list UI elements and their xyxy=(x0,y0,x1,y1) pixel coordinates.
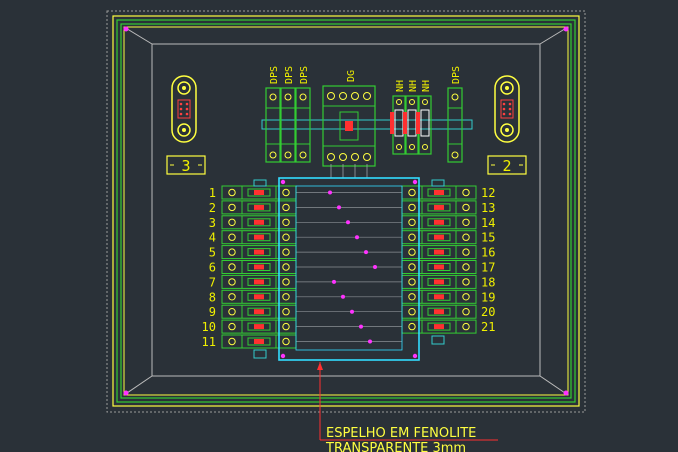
terminal-number: 4 xyxy=(209,231,216,245)
terminal-number: 13 xyxy=(481,201,495,215)
wire-junction xyxy=(350,309,354,314)
wire-junction xyxy=(332,279,336,284)
terminal-number: 15 xyxy=(481,231,495,245)
wire-junction xyxy=(355,235,359,240)
note-line-1: ESPELHO EM FENOLITE xyxy=(326,426,476,441)
corner-marker xyxy=(123,26,129,32)
terminal-number: 6 xyxy=(209,261,216,275)
dg-label: DG xyxy=(346,70,357,82)
nh-label-2: NH xyxy=(408,80,419,92)
terminal-number: 5 xyxy=(209,246,216,260)
nh-label-3: NH xyxy=(421,80,432,92)
terminal-number: 3 xyxy=(209,216,216,230)
terminal-number: 20 xyxy=(481,305,495,319)
corner-marker xyxy=(123,390,129,396)
terminal-number: 11 xyxy=(202,335,216,349)
cover-screw-marker xyxy=(412,353,418,359)
dps-label-2: DPS xyxy=(284,66,295,84)
terminal-number: 18 xyxy=(481,275,495,289)
note-line-2: TRANSPARENTE 3mm xyxy=(325,441,466,452)
wire-junction xyxy=(328,190,332,195)
wire-junction xyxy=(373,265,377,269)
cover-screw-marker xyxy=(412,179,418,185)
terminal-number: 21 xyxy=(481,320,495,334)
wire-junction xyxy=(359,324,363,329)
terminal-number: 1 xyxy=(209,186,216,200)
terminal-number: 16 xyxy=(481,246,495,260)
terminal-number: 8 xyxy=(209,290,216,304)
terminal-number: 2 xyxy=(209,201,216,215)
dps-label-1: DPS xyxy=(269,66,280,84)
dps-label-right: DPS xyxy=(451,66,462,84)
dps-label-3: DPS xyxy=(299,66,310,84)
terminal-number: 19 xyxy=(481,290,495,304)
terminal-number: 14 xyxy=(481,216,495,230)
terminal-number: 10 xyxy=(202,320,216,334)
cover-screw-marker xyxy=(280,179,286,185)
cad-drawing-canvas[interactable]: 3 2 DPS DPS DPS DG NH NH NH DPS 12345678… xyxy=(0,0,678,452)
cover-screw-marker xyxy=(280,353,286,359)
canvas-background xyxy=(0,0,678,452)
wire-junction xyxy=(364,250,368,255)
corner-marker xyxy=(563,390,569,396)
terminal-number: 7 xyxy=(209,275,216,289)
terminal-number: 12 xyxy=(481,186,495,200)
nh-label-1: NH xyxy=(395,80,406,92)
wire-junction xyxy=(368,339,372,344)
wire-junction xyxy=(341,294,345,299)
wire-junction xyxy=(337,205,341,210)
terminal-number: 17 xyxy=(481,261,495,275)
wire-junction xyxy=(346,220,350,225)
side-label-right-text: 2 xyxy=(502,157,511,175)
corner-marker xyxy=(563,26,569,32)
side-label-left-text: 3 xyxy=(181,157,190,175)
terminal-number: 9 xyxy=(209,305,216,319)
